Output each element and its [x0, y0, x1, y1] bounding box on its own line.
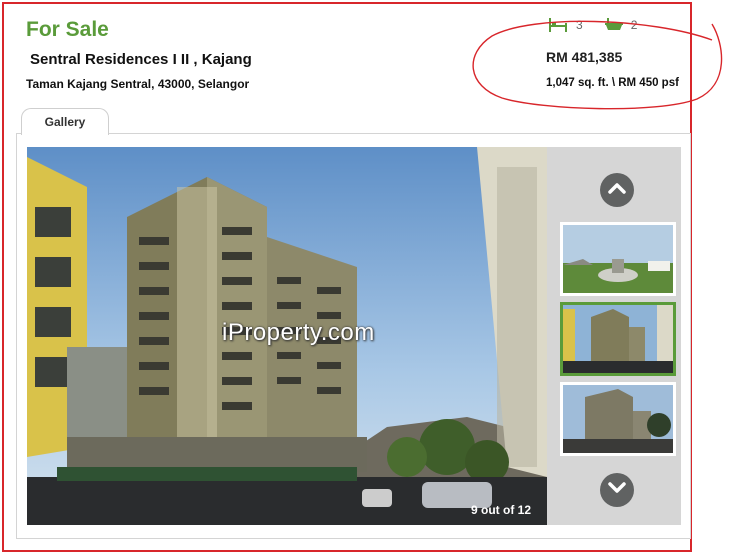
rooftop-garden-photo	[563, 225, 673, 293]
thumbnail-3[interactable]	[560, 382, 676, 456]
tab-gallery[interactable]: Gallery	[21, 108, 109, 135]
building-dusk-photo	[563, 385, 673, 453]
photo-counter: 9 out of 12	[470, 503, 531, 517]
photo-watermark: iProperty.com	[222, 319, 375, 346]
property-name[interactable]: Sentral Residences I II , Kajang	[30, 51, 252, 68]
listing-status: For Sale	[26, 18, 109, 41]
gallery-next-button[interactable]	[600, 473, 634, 507]
hand-drawn-annotation-circle	[472, 20, 723, 110]
building-front-photo	[563, 305, 673, 373]
gallery-prev-button[interactable]	[600, 173, 634, 207]
thumbnail-1[interactable]	[560, 222, 676, 296]
chevron-up-icon	[608, 181, 626, 199]
chevron-down-icon	[608, 481, 626, 499]
gallery-main-photo[interactable]: iProperty.com 9 out of 12	[27, 147, 547, 525]
thumbnail-2[interactable]	[560, 302, 676, 376]
property-address: Taman Kajang Sentral, 43000, Selangor	[26, 77, 250, 91]
